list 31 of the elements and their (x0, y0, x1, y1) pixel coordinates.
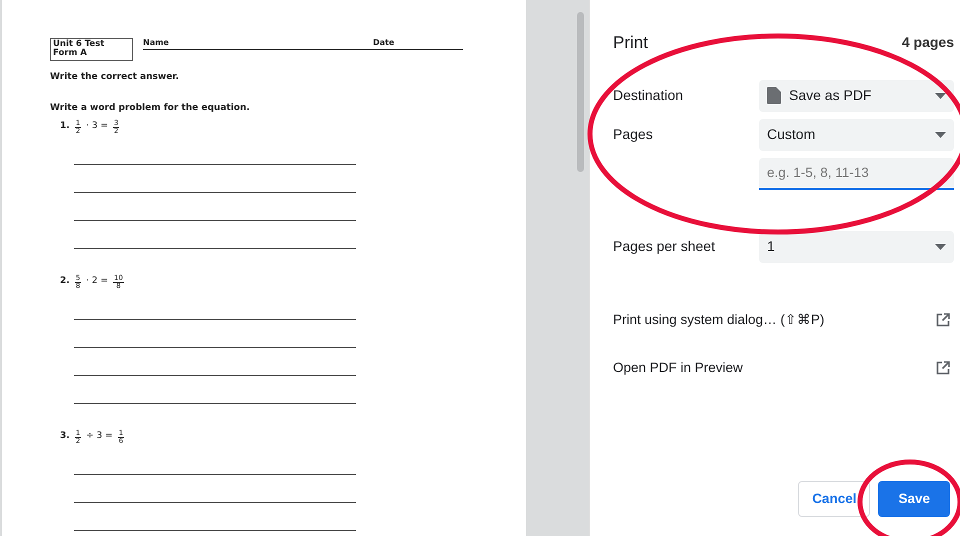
equation-text: · 2 = (86, 275, 108, 288)
pages-input[interactable]: e.g. 1-5, 8, 11-13 (759, 158, 954, 190)
equation-text: · 3 = (86, 120, 108, 134)
dropdown-select[interactable]: Save as PDF (759, 80, 954, 112)
problem-number: 1. (60, 120, 70, 134)
menu-link[interactable]: Open PDF in Preview (613, 358, 954, 378)
equation-text: ÷ 3 = (86, 430, 113, 444)
dropdown-select[interactable]: 1 (759, 230, 954, 262)
cancel-button[interactable]: Cancel (798, 480, 870, 517)
scrollbar-thumb[interactable] (577, 12, 584, 172)
dialog-title: Print (613, 32, 648, 54)
setting-label: Destination (613, 86, 684, 105)
name-label: Name (143, 37, 170, 49)
setting-label: Pages (613, 125, 654, 144)
problem-number: 3. (60, 430, 70, 444)
instruction-text: Write a word problem for the equation. (50, 102, 251, 116)
menu-link[interactable]: Print using system dialog… (⇧⌘P) (613, 310, 954, 330)
date-label: Date (373, 37, 394, 49)
caret-icon (935, 132, 946, 138)
page-count: 4 pages (902, 33, 954, 52)
setting-label: Pages per sheet (613, 237, 716, 256)
document-icon (767, 87, 781, 104)
save-button[interactable]: Save (878, 480, 950, 517)
external-link-icon (936, 360, 950, 375)
test-title-box: Unit 6 Test Form A (50, 38, 133, 61)
external-link-icon (936, 312, 950, 327)
dropdown-select[interactable]: Custom (759, 118, 954, 150)
caret-icon (935, 92, 946, 98)
instruction-text: Write the correct answer. (50, 70, 180, 84)
caret-icon (935, 244, 946, 250)
problem-number: 2. (60, 275, 70, 288)
